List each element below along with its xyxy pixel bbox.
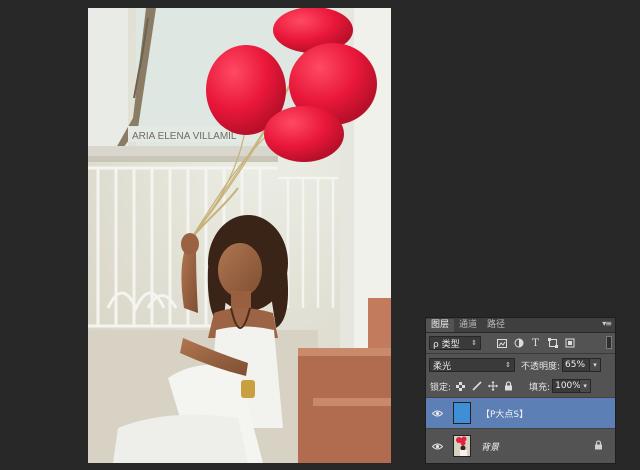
eye-icon[interactable] [426,410,448,417]
lock-position-move-icon[interactable] [486,380,499,393]
layer-filter-label: ρ 类型 [433,339,460,350]
tab-paths[interactable]: 路径 [482,319,510,332]
layer-name: 背景 [481,442,500,453]
lock-all-icon[interactable] [502,380,515,393]
tab-channels[interactable]: 通道 [454,319,482,332]
sign-text: ARIA ELENA VILLAMIL [132,131,237,142]
opacity-input[interactable]: 65% [562,358,591,372]
lock-row: 锁定: 填充: 100% ▾ [426,378,615,394]
filter-pixel-icon[interactable] [495,337,508,350]
layer-row-p-da-dian-s[interactable]: 【P大点S】 [426,397,615,428]
lock-icon [594,440,603,453]
filter-row: ρ 类型 ⇕ T [426,335,615,351]
chevron-updown-icon: ⇕ [505,361,511,369]
chevron-updown-icon: ⇕ [471,339,477,347]
layer-name: 【P大点S】 [481,409,529,420]
layer-row-background[interactable]: 背景 [426,428,615,463]
layer-thumbnail [453,402,471,424]
lock-label: 锁定: [430,382,452,393]
lock-image-brush-icon[interactable] [470,380,483,393]
eye-icon[interactable] [426,443,448,450]
layer-thumbnail [453,435,471,457]
filter-smart-object-icon[interactable] [563,337,576,350]
panel-menu-icon[interactable]: ▾≡ [602,319,612,328]
blend-mode-value: 柔光 [433,361,452,372]
layer-filter-dropdown[interactable]: ρ 类型 ⇕ [429,336,481,350]
lock-transparent-icon[interactable] [454,380,467,393]
filter-shape-icon[interactable] [546,337,559,350]
blend-row: 柔光 ⇕ 不透明度: 65% ▾ [426,357,615,373]
fill-label: 填充: [529,382,551,393]
photo-image: ARIA ELENA VILLAMIL [88,8,391,463]
layers-panel: 图层 通道 路径 ▾≡ ρ 类型 ⇕ T 柔光 ⇕ 不透明度: 65% ▾ 锁定… [425,317,616,464]
filter-type-icon[interactable]: T [529,337,542,350]
document-canvas[interactable]: ARIA ELENA VILLAMIL [88,8,391,463]
opacity-label: 不透明度: [521,361,561,372]
panel-tabbar: 图层 通道 路径 ▾≡ [426,318,615,333]
tab-layers[interactable]: 图层 [426,319,455,332]
fill-input[interactable]: 100% [552,379,581,393]
filter-adjustment-icon[interactable] [512,337,525,350]
blend-mode-dropdown[interactable]: 柔光 ⇕ [429,358,515,372]
fill-slider-button[interactable]: ▾ [580,379,592,393]
opacity-slider-button[interactable]: ▾ [590,358,602,372]
filter-toggle-switch[interactable] [606,336,612,349]
